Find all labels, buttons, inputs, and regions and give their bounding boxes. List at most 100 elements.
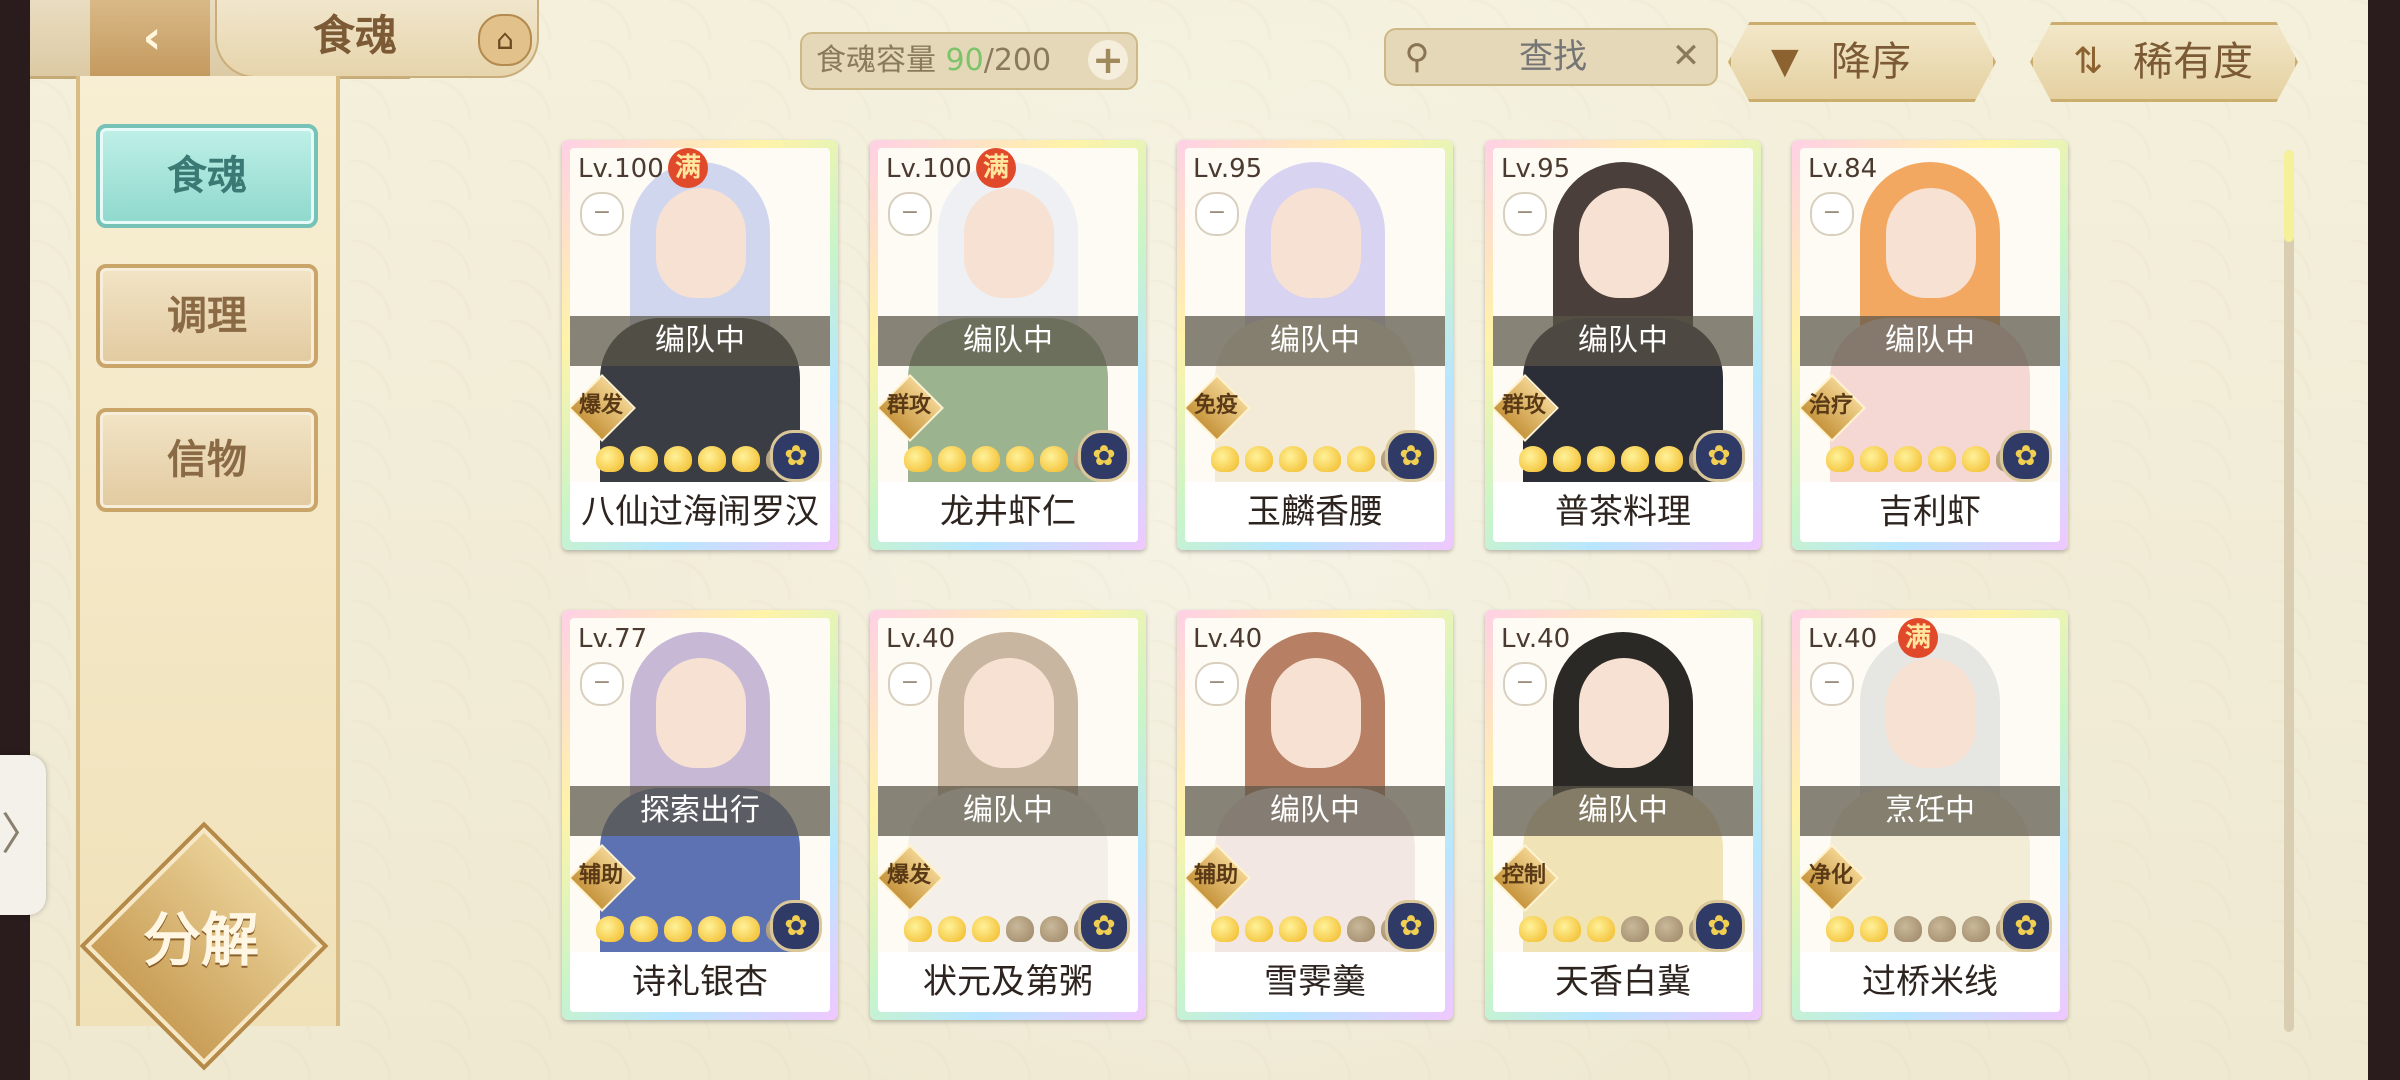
character-card[interactable]: Lv.77 − 探索出行 辅助 ✿ 诗礼银杏: [562, 610, 838, 1020]
portrait-face: [1579, 658, 1669, 768]
bowl-icon: −: [888, 192, 932, 236]
menu-item-recipe[interactable]: 调理: [96, 264, 318, 368]
role-label: 辅助: [1193, 863, 1238, 888]
decompose-label[interactable]: 分解: [108, 900, 294, 980]
star-icon: [1245, 916, 1273, 942]
portrait-face: [1886, 658, 1976, 768]
character-card[interactable]: Lv.100 满 − 编队中 群攻 ✿ 龙井虾仁: [870, 140, 1146, 550]
role-tag: 爆发: [878, 844, 944, 912]
character-card[interactable]: Lv.95 − 编队中 群攻 ✿ 普茶料理: [1485, 140, 1761, 550]
capacity-total: /200: [983, 43, 1052, 78]
character-name: 诗礼银杏: [570, 952, 830, 1012]
status-banner: 编队中: [1185, 316, 1445, 366]
sort-icon: ⇅: [2073, 41, 2104, 82]
search-icon[interactable]: ⚲: [1396, 36, 1438, 78]
menu-item-food-soul[interactable]: 食魂: [96, 124, 318, 228]
bowl-icon: −: [888, 662, 932, 706]
side-drawer-tab[interactable]: 〉: [0, 755, 46, 915]
role-label: 爆发: [886, 863, 931, 888]
character-name: 普茶料理: [1493, 482, 1753, 542]
star-icon: [904, 916, 932, 942]
bowl-icon: −: [1503, 192, 1547, 236]
character-card[interactable]: Lv.40 满 − 烹饪中 净化 ✿ 过桥米线: [1792, 610, 2068, 1020]
star-icon: [1347, 916, 1375, 942]
level-label: Lv.100: [886, 154, 972, 184]
status-banner: 编队中: [1185, 786, 1445, 836]
plus-icon[interactable]: +: [1088, 40, 1128, 80]
character-name: 状元及第粥: [878, 952, 1138, 1012]
star-icon: [1826, 446, 1854, 472]
star-icon: [1040, 916, 1068, 942]
pavilion-icon[interactable]: ⌂: [478, 14, 532, 66]
down-triangle-icon: ▼: [1771, 41, 1799, 82]
level-label: Lv.95: [1501, 154, 1571, 184]
flower-emblem-icon: ✿: [1078, 430, 1130, 482]
level-label: Lv.40: [1808, 624, 1878, 654]
level-label: Lv.77: [578, 624, 648, 654]
bowl-icon: −: [1503, 662, 1547, 706]
star-icon: [1519, 916, 1547, 942]
role-tag: 净化: [1800, 844, 1866, 912]
star-icon: [1962, 916, 1990, 942]
role-label: 辅助: [578, 863, 623, 888]
star-icon: [1587, 916, 1615, 942]
character-name: 玉麟香腰: [1185, 482, 1445, 542]
character-card[interactable]: Lv.95 − 编队中 免疫 ✿ 玉麟香腰: [1177, 140, 1453, 550]
star-icon: [630, 916, 658, 942]
card-inner: Lv.100 满 − 编队中 爆发 ✿ 八仙过海闹罗汉: [570, 148, 830, 542]
star-icon: [1860, 446, 1888, 472]
close-icon[interactable]: ✕: [1666, 36, 1706, 76]
character-name: 八仙过海闹罗汉: [570, 482, 830, 542]
max-badge: 满: [668, 148, 708, 188]
portrait-face: [964, 188, 1054, 298]
level-label: Lv.40: [1501, 624, 1571, 654]
star-icon: [1553, 446, 1581, 472]
card-inner: Lv.95 − 编队中 群攻 ✿ 普茶料理: [1493, 148, 1753, 542]
role-label: 免疫: [1193, 393, 1238, 418]
flower-emblem-icon: ✿: [1693, 900, 1745, 952]
star-icon: [972, 916, 1000, 942]
sort-by-label: 稀有度: [2133, 39, 2253, 85]
character-name: 龙井虾仁: [878, 482, 1138, 542]
role-tag: 群攻: [1493, 374, 1559, 442]
character-card[interactable]: Lv.40 − 编队中 爆发 ✿ 状元及第粥: [870, 610, 1146, 1020]
star-icon: [1006, 916, 1034, 942]
card-inner: Lv.40 满 − 烹饪中 净化 ✿ 过桥米线: [1800, 618, 2060, 1012]
sort-order-label: 降序: [1831, 39, 1911, 85]
star-icon: [698, 446, 726, 472]
star-icon: [1928, 446, 1956, 472]
star-icon: [1519, 446, 1547, 472]
role-label: 治疗: [1808, 393, 1853, 418]
status-banner: 烹饪中: [1800, 786, 2060, 836]
character-card[interactable]: Lv.40 − 编队中 控制 ✿ 天香白冀: [1485, 610, 1761, 1020]
search-input[interactable]: [1446, 36, 1660, 78]
star-icon: [664, 446, 692, 472]
character-name: 雪霁羹: [1185, 952, 1445, 1012]
capacity-box: 食魂容量 90/200 +: [800, 32, 1138, 90]
character-card[interactable]: Lv.100 满 − 编队中 爆发 ✿ 八仙过海闹罗汉: [562, 140, 838, 550]
star-icon: [1894, 446, 1922, 472]
star-icon: [1279, 446, 1307, 472]
star-icon: [1211, 446, 1239, 472]
menu-item-token[interactable]: 信物: [96, 408, 318, 512]
card-inner: Lv.40 − 编队中 辅助 ✿ 雪霁羹: [1185, 618, 1445, 1012]
star-icon: [1928, 916, 1956, 942]
character-card[interactable]: Lv.84 − 编队中 治疗 ✿ 吉利虾: [1792, 140, 2068, 550]
portrait-face: [1271, 658, 1361, 768]
star-icon: [1040, 446, 1068, 472]
scrollbar-thumb[interactable]: [2284, 150, 2294, 242]
star-icon: [732, 916, 760, 942]
star-icon: [1313, 446, 1341, 472]
scrollbar-track[interactable]: [2284, 150, 2294, 1032]
role-tag: 辅助: [570, 844, 636, 912]
role-label: 群攻: [1501, 393, 1546, 418]
page-title: 食魂: [312, 11, 397, 60]
sort-by-button[interactable]: ⇅ 稀有度: [2030, 22, 2298, 102]
level-label: Lv.95: [1193, 154, 1263, 184]
back-arrow-icon[interactable]: ‹: [125, 10, 179, 64]
character-card[interactable]: Lv.40 − 编队中 辅助 ✿ 雪霁羹: [1177, 610, 1453, 1020]
flower-emblem-icon: ✿: [1693, 430, 1745, 482]
star-icon: [698, 916, 726, 942]
sort-order-button[interactable]: ▼ 降序: [1728, 22, 1996, 102]
portrait-face: [656, 658, 746, 768]
